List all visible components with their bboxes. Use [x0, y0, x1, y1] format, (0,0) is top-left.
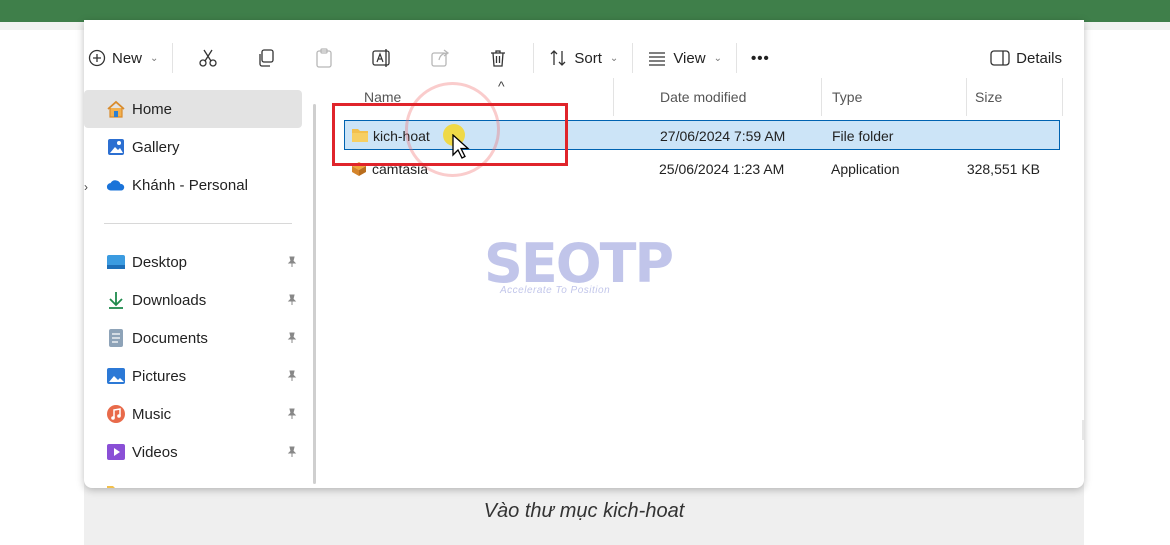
download-icon: [106, 290, 126, 310]
videos-icon: [106, 442, 126, 462]
file-type: File folder: [832, 128, 894, 144]
new-button[interactable]: New ⌄: [84, 42, 166, 74]
rename-icon: [372, 49, 391, 67]
sidebar-item-label: Downloads: [132, 291, 207, 309]
sidebar-item-label: Khánh - Personal: [132, 176, 248, 194]
window-edge: [1082, 420, 1084, 440]
clipboard-icon: [316, 48, 333, 68]
file-date: 25/06/2024 1:23 AM: [659, 161, 785, 177]
share-icon: [431, 49, 450, 67]
gallery-icon: [106, 137, 126, 157]
sidebar-scrollbar[interactable]: [313, 104, 316, 484]
column-header-label: Date modified: [660, 89, 747, 105]
file-size: 328,551 KB: [966, 161, 1040, 177]
sidebar-item-label: Home: [132, 100, 173, 118]
sidebar-item-label: Documents: [132, 329, 208, 347]
toolbar-divider: [735, 43, 737, 73]
copy-button[interactable]: [237, 42, 295, 74]
navigation-pane: Home Gallery › Khánh - Personal Desktop …: [84, 88, 316, 488]
column-header-date[interactable]: Date modified: [652, 78, 822, 116]
sort-button-label: Sort: [574, 49, 602, 67]
sidebar-divider: [104, 223, 292, 224]
sidebar-item-gallery[interactable]: Gallery: [84, 128, 302, 166]
watermark-tagline: Accelerate To Position: [500, 285, 611, 296]
sidebar-item-music[interactable]: Music: [84, 395, 302, 433]
sidebar-item-folder-partial[interactable]: [84, 471, 302, 488]
toolbar-divider: [533, 43, 535, 73]
new-button-label: New: [112, 49, 143, 67]
file-date: 27/06/2024 7:59 AM: [660, 128, 786, 144]
share-button[interactable]: [411, 42, 469, 74]
scissors-icon: [199, 49, 218, 67]
toolbar-divider: [632, 43, 634, 73]
sidebar-item-onedrive[interactable]: Khánh - Personal: [84, 166, 302, 204]
cut-button[interactable]: [179, 42, 237, 74]
image-caption: Vào thư mục kich-hoat: [483, 500, 685, 522]
command-bar: New ⌄ Sort ⌄ View ⌄ ••• Details: [84, 38, 1084, 78]
folder-icon: [106, 481, 126, 488]
pin-icon[interactable]: [286, 446, 298, 458]
desktop-icon: [106, 252, 126, 272]
sidebar-item-label: Music: [132, 405, 172, 423]
sidebar-item-documents[interactable]: Documents: [84, 319, 302, 357]
documents-icon: [106, 328, 126, 348]
site-header-bar: [0, 0, 1170, 22]
details-button[interactable]: Details: [982, 42, 1070, 74]
sidebar-item-home[interactable]: Home: [84, 90, 302, 128]
toolbar-divider: [172, 43, 174, 73]
view-button[interactable]: View ⌄: [639, 42, 730, 74]
view-list-icon: [649, 52, 666, 66]
sidebar-item-videos[interactable]: Videos: [84, 433, 302, 471]
view-button-label: View: [673, 49, 706, 67]
sidebar-item-label: Pictures: [132, 367, 187, 385]
more-options-button[interactable]: •••: [743, 42, 778, 74]
delete-button[interactable]: [469, 42, 527, 74]
paste-button[interactable]: [295, 42, 353, 74]
home-icon: [106, 99, 126, 119]
sidebar-item-pictures[interactable]: Pictures: [84, 357, 302, 395]
details-button-label: Details: [1016, 49, 1062, 67]
pin-icon[interactable]: [286, 408, 298, 420]
pin-icon[interactable]: [286, 332, 298, 344]
column-header-size[interactable]: Size: [967, 78, 1063, 116]
column-header-label: Type: [832, 89, 863, 105]
mouse-cursor-icon: [452, 134, 470, 159]
more-options-icon: •••: [750, 49, 770, 67]
chevron-down-icon: ⌄: [150, 52, 159, 64]
sidebar-item-label: Videos: [132, 443, 178, 461]
trash-icon: [491, 50, 506, 67]
pin-icon[interactable]: [286, 256, 298, 268]
cloud-icon: [106, 175, 126, 195]
sort-ascending-icon: ^: [498, 78, 505, 94]
sidebar-item-label: Desktop: [132, 253, 188, 271]
chevron-down-icon: ⌄: [713, 52, 722, 64]
details-pane-icon: [990, 50, 1010, 66]
plus-circle-icon: [88, 49, 106, 67]
rename-button[interactable]: [353, 42, 411, 74]
pin-icon[interactable]: [286, 294, 298, 306]
watermark-logo: SEOTP Accelerate To Position: [484, 230, 694, 305]
sidebar-item-downloads[interactable]: Downloads: [84, 281, 302, 319]
column-header-type[interactable]: Type: [822, 78, 967, 116]
copy-icon: [259, 49, 275, 67]
chevron-down-icon: ⌄: [609, 52, 619, 64]
column-header-label: Size: [975, 89, 1003, 105]
file-type: Application: [831, 161, 900, 177]
sidebar-item-label: Gallery: [132, 138, 180, 156]
music-icon: [106, 404, 126, 424]
pin-icon[interactable]: [286, 370, 298, 382]
sort-button[interactable]: Sort ⌄: [540, 42, 626, 74]
sort-icon: [550, 50, 566, 66]
sidebar-item-desktop[interactable]: Desktop: [84, 243, 302, 281]
pictures-icon: [106, 366, 126, 386]
